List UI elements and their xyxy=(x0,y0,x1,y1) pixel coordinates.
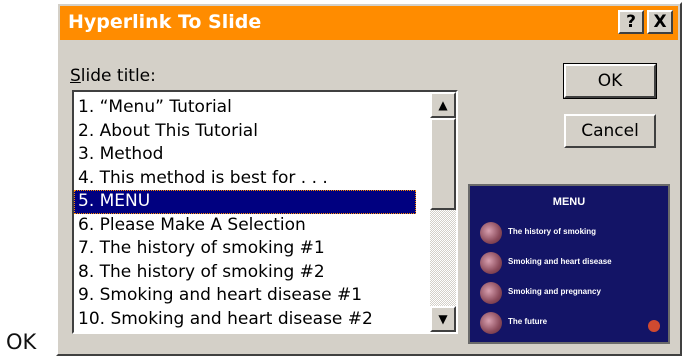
slide-title-label-mnemonic: S xyxy=(70,66,81,86)
slide-list-item[interactable]: 1. “Menu” Tutorial xyxy=(74,96,416,120)
preview-menu-item-label: Smoking and heart disease xyxy=(508,257,612,266)
slide-list-item[interactable]: 7. The history of smoking #1 xyxy=(74,237,416,261)
slide-title-listbox[interactable]: 1. “Menu” Tutorial 2. About This Tutorial… xyxy=(72,90,458,334)
vertical-scrollbar[interactable]: ▲ ▼ xyxy=(430,92,456,332)
ok-button[interactable]: OK xyxy=(563,63,657,99)
preview-logo-icon xyxy=(648,320,660,332)
bullet-circle-icon xyxy=(480,252,502,274)
arrow-down-icon: ▼ xyxy=(438,312,448,326)
slide-list-item[interactable]: 9. Smoking and heart disease #1 xyxy=(74,284,416,308)
slide-list-item[interactable]: 8. The history of smoking #2 xyxy=(74,261,416,285)
outside-ok-label: OK xyxy=(6,330,37,354)
slide-title-label-text: lide title: xyxy=(80,66,156,86)
preview-menu-item-label: The future xyxy=(508,317,548,326)
title-bar[interactable]: Hyperlink To Slide ? X xyxy=(60,6,678,40)
bullet-circle-icon xyxy=(480,312,502,334)
preview-menu-item-label: The history of smoking xyxy=(508,227,597,236)
preview-title: MENU xyxy=(552,196,586,208)
slide-list-item[interactable]: 2. About This Tutorial xyxy=(74,120,416,144)
bullet-circle-icon xyxy=(480,222,502,244)
slide-list-item[interactable]: 5. MENU xyxy=(74,190,416,214)
slide-list-item[interactable]: 6. Please Make A Selection xyxy=(74,214,416,238)
cancel-button[interactable]: Cancel xyxy=(564,114,656,148)
slide-list: 1. “Menu” Tutorial 2. About This Tutorial… xyxy=(74,96,416,331)
slide-list-item[interactable]: 3. Method xyxy=(74,143,416,167)
slide-list-item[interactable]: 4. This method is best for . . . xyxy=(74,167,416,191)
dialog-title: Hyperlink To Slide xyxy=(68,11,262,33)
scroll-thumb[interactable] xyxy=(430,118,456,210)
slide-preview: MENU The history of smoking Smoking and h… xyxy=(468,184,670,344)
arrow-up-icon: ▲ xyxy=(438,98,448,112)
bullet-circle-icon xyxy=(480,282,502,304)
slide-title-label: Slide title: xyxy=(70,66,156,86)
scroll-down-button[interactable]: ▼ xyxy=(430,306,456,332)
hyperlink-to-slide-dialog: Hyperlink To Slide ? X Slide title: 1. “… xyxy=(56,2,682,356)
scroll-up-button[interactable]: ▲ xyxy=(430,92,456,118)
close-button[interactable]: X xyxy=(647,10,673,34)
slide-list-item[interactable]: 10. Smoking and heart disease #2 xyxy=(74,308,416,332)
help-button[interactable]: ? xyxy=(618,10,644,34)
preview-menu-item-label: Smoking and pregnancy xyxy=(508,287,601,296)
